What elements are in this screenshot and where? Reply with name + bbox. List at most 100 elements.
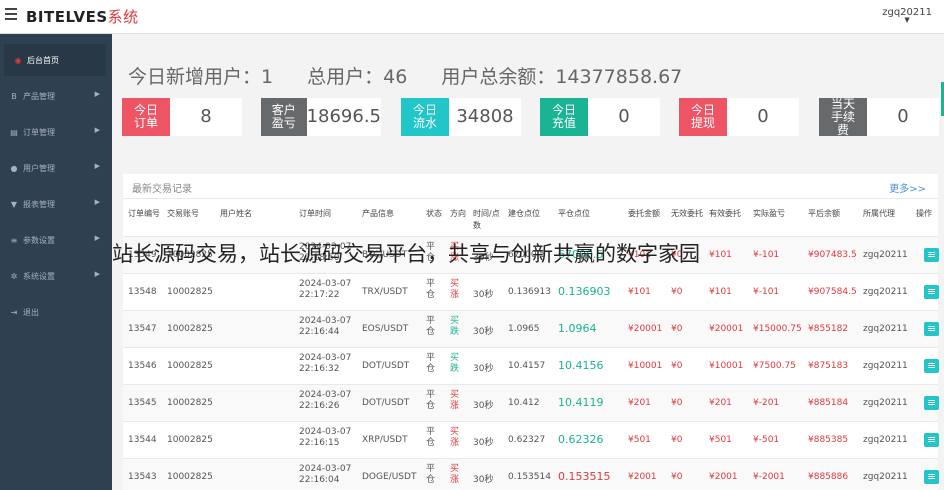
total-users-value: 46 xyxy=(383,66,408,88)
column-header: 产品信息 xyxy=(362,209,394,218)
stat-card-label: 今日流水 xyxy=(401,98,449,136)
more-link[interactable]: 更多>> xyxy=(889,180,926,195)
status-char: 仓 xyxy=(426,438,436,448)
direction-line: 买 xyxy=(450,353,460,363)
stat-card: 今日充值 0 xyxy=(540,98,660,136)
sidebar-item-label: 产品管理 xyxy=(23,91,55,101)
sidebar-item-label: 订单管理 xyxy=(23,127,55,137)
invalid-entrust: ¥0 xyxy=(671,398,683,408)
detail-button[interactable] xyxy=(924,433,939,447)
order-date: 2024-03-07 xyxy=(299,464,352,474)
sidebar-item-7[interactable]: ⇥ 退出 xyxy=(0,296,112,328)
detail-button[interactable] xyxy=(924,285,939,299)
duration: 30秒 xyxy=(473,327,494,337)
direction-line: 买 xyxy=(450,427,460,437)
table-row: 13546 10002825 2024-03-07 22:16:32 DOT/USDT 平… xyxy=(123,347,939,384)
valid-entrust: ¥101 xyxy=(709,250,732,260)
valid-entrust: ¥101 xyxy=(709,287,732,297)
duration: 30秒 xyxy=(473,290,494,300)
direction-line: 涨 xyxy=(450,401,460,411)
valid-entrust: ¥2001 xyxy=(709,472,738,482)
column-header: 平仓点位 xyxy=(558,209,590,218)
detail-button[interactable] xyxy=(924,359,939,373)
agent: zgq20211 xyxy=(863,361,908,371)
filter-icon: ▼ xyxy=(10,199,18,209)
status-char: 仓 xyxy=(426,475,436,485)
direction-line: 涨 xyxy=(450,438,460,448)
sidebar-item-label: 用户管理 xyxy=(23,163,55,173)
chevron-right-icon: ▶ xyxy=(94,162,100,170)
balance-after: ¥875183 xyxy=(808,361,849,371)
status: 平仓 xyxy=(426,316,435,338)
product-info: DOT/USDT xyxy=(362,398,410,408)
order-time: 2024-03-07 22:17:22 xyxy=(299,279,351,301)
order-id: 13545 xyxy=(128,398,157,408)
trade-account: 10002825 xyxy=(167,324,213,334)
stat-card-value: 8 xyxy=(200,106,212,127)
column-header: 订单时间 xyxy=(299,209,331,218)
brand-logo: BITELVES系统 xyxy=(26,6,139,27)
stat-card-label: 客户盈亏 xyxy=(261,98,307,136)
status-char: 平 xyxy=(426,427,436,437)
new-users-value: 1 xyxy=(261,66,274,88)
sidebar-item-5[interactable]: ≡ 参数设置 ▶ xyxy=(0,224,112,256)
order-time: 2024-03-07 22:16:32 xyxy=(299,353,351,375)
detail-button[interactable] xyxy=(924,248,939,262)
sidebar-item-0[interactable]: ◉ 后台首页 xyxy=(4,44,106,76)
sidebar-item-4[interactable]: ▼ 报表管理 ▶ xyxy=(0,188,112,220)
chevron-right-icon: ▶ xyxy=(94,270,100,278)
user-icon: ● xyxy=(10,163,18,173)
bitcoin-icon: B xyxy=(11,91,17,101)
product-info: EOS/USDT xyxy=(362,324,409,334)
user-menu[interactable]: zgq20211 ▼ xyxy=(882,7,932,24)
order-time: 2024-03-07 22:16:44 xyxy=(299,316,351,338)
sidebar-item-2[interactable]: ▤ 订单管理 ▶ xyxy=(0,116,112,148)
direction: 买涨 xyxy=(450,390,459,412)
stat-card-label: 当天手续费 xyxy=(819,97,867,136)
detail-button[interactable] xyxy=(924,470,939,484)
status-char: 仓 xyxy=(426,327,436,337)
direction: 买涨 xyxy=(450,427,459,449)
status: 平仓 xyxy=(426,279,435,301)
order-time: 2024-03-07 22:16:26 xyxy=(299,390,351,412)
actual-profit: ¥-2001 xyxy=(753,472,785,482)
detail-button[interactable] xyxy=(924,322,939,336)
trade-account: 10002825 xyxy=(167,398,213,408)
column-header: 状态 xyxy=(426,209,442,218)
duration: 30秒 xyxy=(473,364,494,374)
database-icon: ≡ xyxy=(10,235,18,245)
total-users-label: 总用户： xyxy=(307,66,384,88)
agent: zgq20211 xyxy=(863,435,908,445)
status: 平仓 xyxy=(426,353,435,375)
actual-profit: ¥-201 xyxy=(753,398,780,408)
invalid-entrust: ¥0 xyxy=(671,287,683,297)
table-row: 13548 10002825 2024-03-07 22:17:22 TRX/USDT 平… xyxy=(123,273,939,310)
order-date: 2024-03-07 xyxy=(299,279,352,289)
invalid-entrust: ¥0 xyxy=(671,435,683,445)
direction-line: 买 xyxy=(450,316,460,326)
sidebar-item-label: 退出 xyxy=(23,307,39,317)
valid-entrust: ¥201 xyxy=(709,398,732,408)
chevron-right-icon: ▶ xyxy=(94,90,100,98)
order-id: 13544 xyxy=(128,435,157,445)
hamburger-menu-icon[interactable] xyxy=(5,8,17,20)
entrust-amount: ¥501 xyxy=(628,435,651,445)
total-balance-label: 用户总余额： xyxy=(441,66,556,88)
table-row: 13545 10002825 2024-03-07 22:16:26 DOT/USDT 平… xyxy=(123,384,939,421)
direction-line: 买 xyxy=(450,279,460,289)
table-row: 13543 10002825 2024-03-07 22:16:04 DOGE/USDT… xyxy=(123,458,939,490)
stat-card: 今日提现 0 xyxy=(679,98,799,136)
valid-entrust: ¥501 xyxy=(709,435,732,445)
column-header: 用户姓名 xyxy=(220,209,252,218)
status-char: 平 xyxy=(426,464,436,474)
sidebar-item-3[interactable]: ● 用户管理 ▶ xyxy=(0,152,112,184)
detail-button[interactable] xyxy=(924,396,939,410)
trade-account: 10002825 xyxy=(167,472,213,482)
order-id: 13546 xyxy=(128,361,157,371)
direction: 买涨 xyxy=(450,464,459,486)
invalid-entrust: ¥0 xyxy=(671,472,683,482)
balance-after: ¥907584.5 xyxy=(808,287,857,297)
stat-card: 客户盈亏 18696.5 xyxy=(261,98,381,136)
sidebar-item-6[interactable]: ✲ 系统设置 ▶ xyxy=(0,260,112,292)
sidebar-item-1[interactable]: B 产品管理 ▶ xyxy=(0,80,112,112)
